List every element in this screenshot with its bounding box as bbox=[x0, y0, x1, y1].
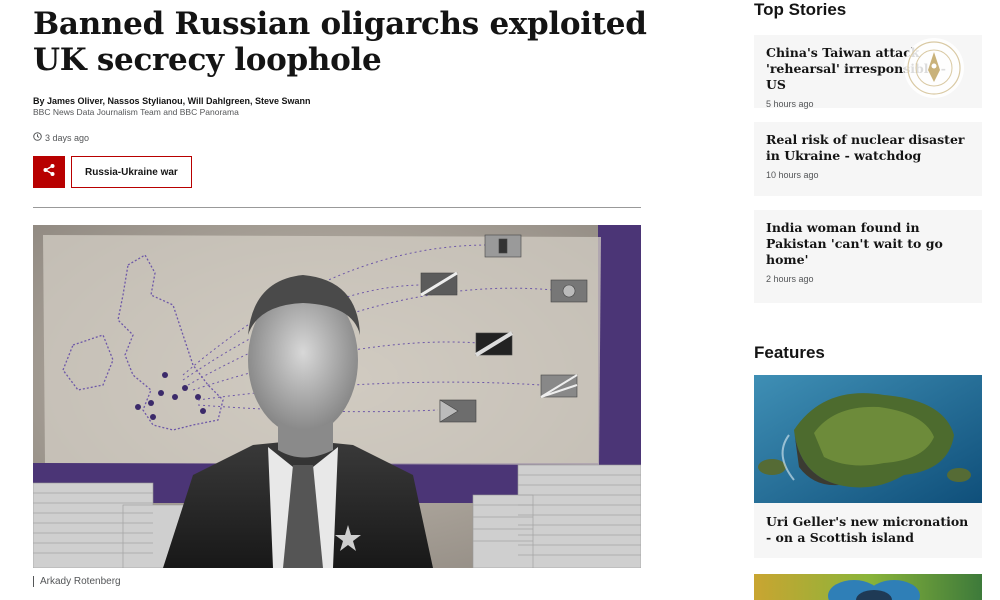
clock-icon bbox=[33, 132, 42, 143]
article-timestamp: 3 days ago bbox=[33, 132, 89, 143]
byline-team: BBC News Data Journalism Team and BBC Pa… bbox=[33, 107, 239, 117]
share-button[interactable] bbox=[33, 156, 65, 188]
article-headline: Banned Russian oligarchs exploited UK se… bbox=[33, 6, 647, 78]
feature-caption-card[interactable]: Uri Geller's new micronation - on a Scot… bbox=[754, 503, 982, 558]
story-headline[interactable]: India woman found in Pakistan 'can't wai… bbox=[754, 210, 982, 268]
story-time: 2 hours ago bbox=[766, 274, 814, 284]
top-stories-heading: Top Stories bbox=[754, 0, 847, 19]
share-icon bbox=[42, 163, 56, 182]
divider bbox=[33, 207, 641, 208]
feature-image[interactable] bbox=[754, 375, 982, 503]
byline: By James Oliver, Nassos Stylianou, Will … bbox=[33, 96, 311, 106]
top-story-item[interactable]: India woman found in Pakistan 'can't wai… bbox=[754, 210, 982, 303]
story-headline[interactable]: Real risk of nuclear disaster in Ukraine… bbox=[754, 122, 982, 164]
features-heading: Features bbox=[754, 343, 825, 362]
top-story-item[interactable]: Real risk of nuclear disaster in Ukraine… bbox=[754, 122, 982, 196]
hero-image bbox=[33, 225, 641, 568]
feature-image[interactable] bbox=[754, 574, 982, 600]
watermark-seal bbox=[902, 36, 966, 100]
timestamp-text: 3 days ago bbox=[45, 132, 90, 143]
story-time: 10 hours ago bbox=[766, 170, 819, 180]
topic-tag-link[interactable]: Russia-Ukraine war bbox=[71, 156, 192, 188]
image-caption: Arkady Rotenberg bbox=[33, 576, 121, 587]
feature-headline[interactable]: Uri Geller's new micronation - on a Scot… bbox=[754, 503, 982, 546]
